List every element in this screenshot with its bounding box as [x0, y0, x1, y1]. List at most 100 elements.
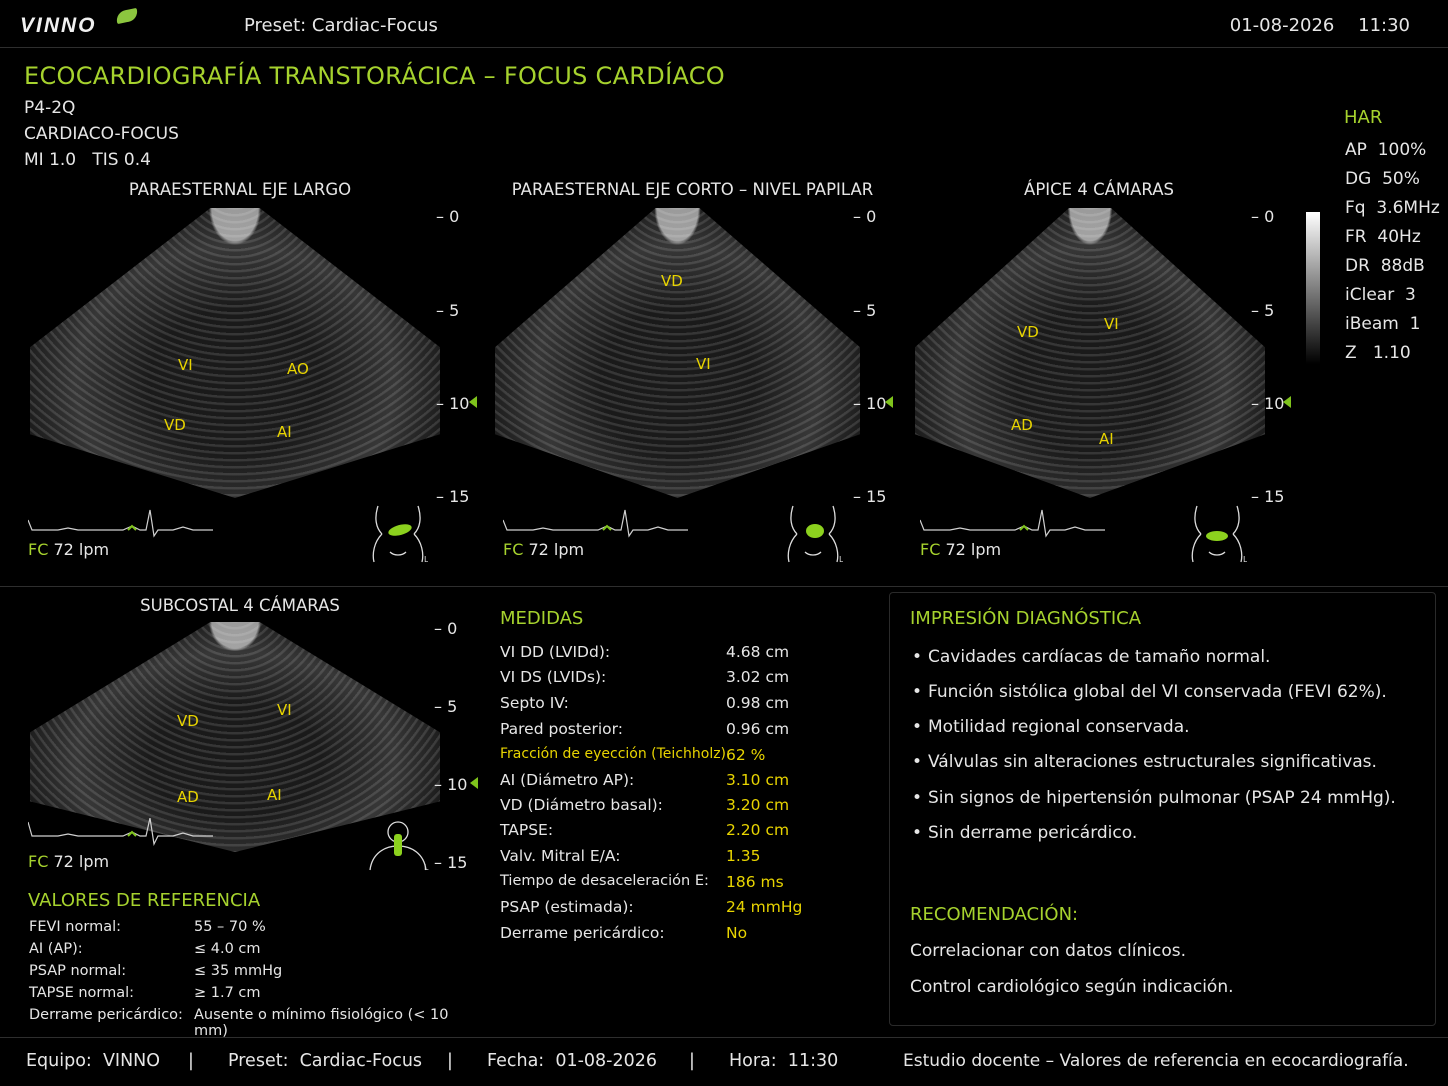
depth-label: – 0 — [853, 207, 877, 226]
depth-label: – 5 — [1251, 301, 1275, 320]
torso-icon: L — [1191, 505, 1247, 564]
depth-label: – 5 — [853, 301, 877, 320]
measure-row: Valv. Mitral E/A: 1.35 — [500, 847, 761, 865]
measure-row: PSAP (estimada): 24 mmHg — [500, 898, 803, 916]
depth-label: – 10 — [436, 394, 470, 413]
har-param: DG 50% — [1345, 169, 1420, 189]
reference-row: AI (AP): ≤ 4.0 cm — [29, 941, 261, 957]
focus-marker-icon — [469, 396, 477, 408]
cavity-label: VI — [1104, 315, 1119, 333]
panel-title: PARAESTERNAL EJE LARGO — [128, 180, 352, 199]
measures-title: MEDIDAS — [500, 608, 584, 629]
footer-separator: | — [188, 1051, 194, 1071]
reference-title: VALORES DE REFERENCIA — [28, 890, 261, 911]
measure-row: AI (Diámetro AP): 3.10 cm — [500, 771, 790, 789]
depth-label: – 10 — [1251, 394, 1285, 413]
depth-label: – 15 — [853, 487, 887, 506]
reference-row: FEVI normal: 55 – 70 % — [29, 919, 266, 935]
recommendation-title: RECOMENDACIÓN: — [910, 904, 1079, 925]
har-param: AP 100% — [1345, 140, 1427, 160]
heart-rate: FC 72 lpm — [28, 540, 110, 559]
reference-row: TAPSE normal: ≥ 1.7 cm — [29, 985, 261, 1001]
ecg-trace — [503, 509, 688, 538]
diagnosis-title: IMPRESIÓN DIAGNÓSTICA — [910, 608, 1142, 629]
diagnosis-item: • Cavidades cardíacas de tamaño normal. — [912, 647, 1271, 667]
ultrasound-image[interactable] — [30, 208, 440, 498]
grayscale-bar — [1306, 212, 1320, 364]
har-param: iClear 3 — [1345, 285, 1416, 305]
svg-text:L: L — [1243, 555, 1247, 564]
depth-label: – 10 — [434, 775, 468, 794]
depth-label: – 15 — [1251, 487, 1285, 506]
depth-label: – 15 — [434, 853, 468, 872]
har-param: iBeam 1 — [1345, 314, 1421, 334]
footer-time: Hora: 11:30 — [729, 1051, 839, 1071]
cavity-label: AI — [267, 786, 282, 804]
ecg-trace — [920, 509, 1105, 538]
torso-icon: L — [372, 505, 428, 564]
recommendation-item: Correlacionar con datos clínicos. — [910, 941, 1186, 961]
depth-label: – 5 — [436, 301, 460, 320]
depth-label: – 0 — [436, 207, 460, 226]
diagnosis-item: • Sin derrame pericárdico. — [912, 823, 1138, 843]
har-param: FR 40Hz — [1345, 227, 1421, 247]
measure-row: VI DS (LVIDs): 3.02 cm — [500, 668, 790, 686]
heart-rate: FC 72 lpm — [920, 540, 1002, 559]
panel-title: PARAESTERNAL EJE CORTO – NIVEL PAPILAR — [511, 180, 874, 199]
diagnosis-item: • Sin signos de hipertensión pulmonar (PS… — [912, 788, 1396, 808]
depth-label: – 0 — [434, 619, 458, 638]
measure-row: Derrame pericárdico: No — [500, 924, 748, 942]
cavity-label: VD — [177, 712, 199, 730]
depth-label: – 10 — [853, 394, 887, 413]
ultrasound-image[interactable] — [915, 208, 1265, 498]
cavity-label: VI — [178, 356, 193, 374]
cavity-label: VI — [277, 701, 292, 719]
header-time: 11:30 — [1358, 15, 1410, 36]
measure-row: VI DD (LVIDd): 4.68 cm — [500, 643, 790, 661]
measure-row: Fracción de eyección (Teichholz): 62 % — [500, 746, 766, 764]
har-param: Fq 3.6MHz — [1345, 198, 1440, 218]
measure-row: VD (Diámetro basal): 3.20 cm — [500, 796, 790, 814]
cavity-label: VD — [661, 272, 683, 290]
vinno-logo: VINNO — [20, 14, 97, 37]
cavity-label: VI — [696, 355, 711, 373]
footer-divider — [0, 1037, 1448, 1038]
measure-row: Pared posterior: 0.96 cm — [500, 720, 790, 738]
har-param: Z 1.10 — [1345, 343, 1411, 363]
cavity-label: AO — [287, 360, 309, 378]
header-date: 01-08-2026 — [1229, 15, 1335, 36]
footer-separator: | — [689, 1051, 695, 1071]
cavity-label: VD — [164, 416, 186, 434]
safety-indices: MI 1.0 TIS 0.4 — [24, 150, 151, 170]
panel-parasternal-short-axis[interactable]: PARAESTERNAL EJE CORTO – NIVEL PAPILAR V… — [485, 180, 900, 580]
header-datetime: 01-08-2026 11:30 — [1212, 15, 1410, 36]
depth-label: – 15 — [436, 487, 470, 506]
header-divider — [0, 47, 1448, 48]
footer-preset: Preset: Cardiac-Focus — [228, 1051, 423, 1071]
panel-parasternal-long-axis[interactable]: PARAESTERNAL EJE LARGO VI AO VD AI – 0 –… — [20, 180, 480, 580]
torso-icon: L — [369, 821, 429, 872]
focus-marker-icon — [885, 396, 893, 408]
diagnosis-item: • Motilidad regional conservada. — [912, 717, 1190, 737]
ecg-trace — [28, 818, 213, 846]
page-title: ECOCARDIOGRAFÍA TRANSTORÁCICA – FOCUS CA… — [24, 62, 725, 90]
footer-note: Estudio docente – Valores de referencia … — [903, 1051, 1409, 1071]
footer-equipment: Equipo: VINNO — [26, 1051, 161, 1071]
har-param: DR 88dB — [1345, 256, 1425, 276]
heart-rate: FC 72 lpm — [503, 540, 585, 559]
cavity-label: VD — [1017, 323, 1039, 341]
footer-separator: | — [447, 1051, 453, 1071]
cavity-label: AD — [177, 788, 199, 806]
panel-subcostal-four-chamber[interactable]: SUBCOSTAL 4 CÁMARAS VD VI AD AI – 0 – 5 … — [20, 596, 480, 878]
panel-apical-four-chamber[interactable]: ÁPICE 4 CÁMARAS VD VI AD AI – 0 – 5 – 10… — [905, 180, 1305, 580]
measure-row: Septo IV: 0.98 cm — [500, 694, 790, 712]
reference-row: PSAP normal: ≤ 35 mmHg — [29, 963, 283, 979]
diagnosis-item: • Función sistólica global del VI conserv… — [912, 682, 1387, 702]
diagnosis-item: • Válvulas sin alteraciones estructurales… — [912, 752, 1377, 772]
svg-text:L: L — [424, 863, 429, 872]
exam-mode: CARDIACO-FOCUS — [24, 124, 179, 144]
ultrasound-image[interactable] — [495, 208, 860, 498]
svg-text:L: L — [424, 555, 428, 564]
depth-label: – 0 — [1251, 207, 1275, 226]
cavity-label: AI — [1099, 430, 1114, 448]
